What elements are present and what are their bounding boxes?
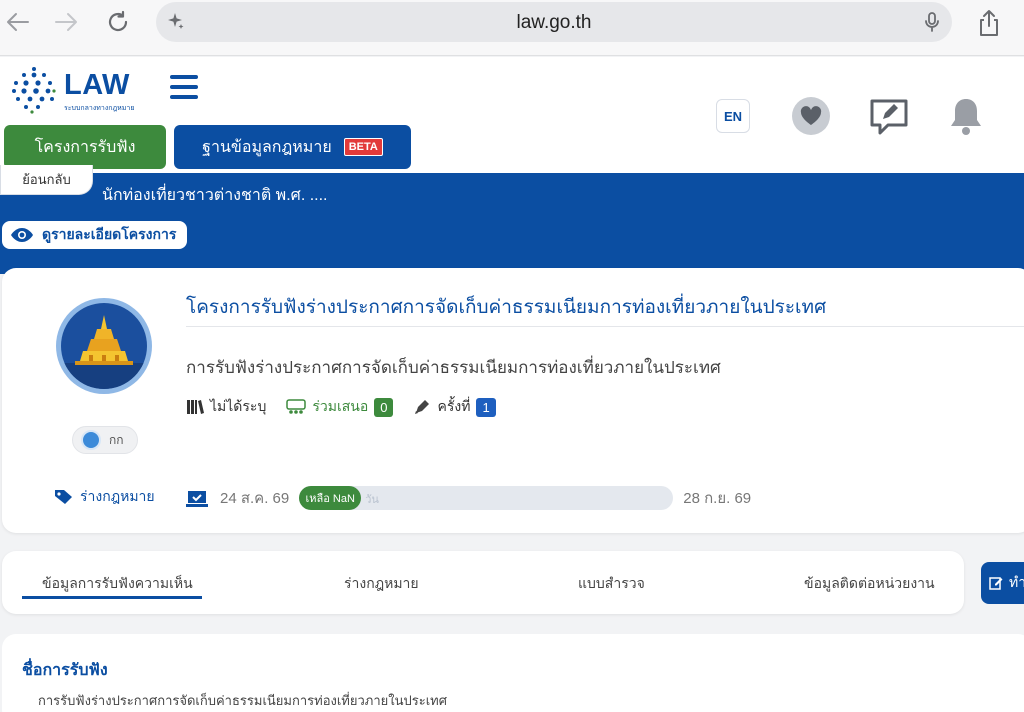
tab-public-hearing-label: โครงการรับฟัง — [34, 138, 136, 156]
take-survey-label: ทำ — [1009, 574, 1024, 590]
forward-arrow-icon[interactable] — [48, 8, 84, 36]
remaining-days-pill: เหลือ NaN — [299, 486, 362, 510]
project-title[interactable]: โครงการรับฟังร่างประกาศการจัดเก็บค่าธรรม… — [186, 292, 826, 322]
agency-badge[interactable]: กก — [72, 426, 138, 454]
take-survey-button[interactable]: ทำ — [981, 562, 1024, 604]
menu-icon[interactable] — [170, 75, 200, 103]
tab-hearing-info[interactable]: ข้อมูลการรับฟังความเห็น — [42, 573, 193, 595]
microphone-icon[interactable] — [924, 11, 940, 38]
eye-icon — [11, 228, 33, 242]
agency-avatar-icon — [81, 430, 101, 450]
tab-law-database[interactable]: ฐานข้อมูลกฎหมาย BETA — [174, 125, 411, 169]
agency-label: กก — [109, 432, 124, 447]
site-header: LAW ระบบกลางทางกฎหมาย โครงการรับฟัง ฐานข… — [0, 57, 1024, 173]
project-banner: ย้อนกลับ นักท่องเที่ยวชาวต่างชาติ พ.ศ. .… — [0, 165, 1024, 274]
law-type: ไม่ได้ระบุ — [186, 396, 266, 418]
hearing-info-card: ชื่อการรับฟัง การรับฟังร่างประกาศการจัดเ… — [2, 634, 1024, 712]
pen-icon — [415, 400, 430, 414]
back-arrow-icon[interactable] — [0, 8, 36, 36]
logo-subtitle: ระบบกลางทางกฎหมาย — [64, 105, 135, 112]
browser-toolbar: law.go.th — [0, 0, 1024, 56]
project-card: กก ร่างกฎหมาย โครงการรับฟังร่างประกาศการ… — [2, 268, 1024, 533]
view-project-details-button[interactable]: ดูรายละเอียดโครงการ — [2, 221, 187, 249]
calendar-check-icon — [186, 491, 208, 507]
participate-count-badge: 0 — [374, 397, 394, 417]
favorite-heart-icon[interactable] — [792, 97, 830, 135]
edit-icon — [989, 577, 1003, 590]
participate-label: ร่วมเสนอ — [312, 398, 369, 414]
round-number-badge: 1 — [476, 397, 496, 417]
notification-bell-icon[interactable] — [946, 95, 986, 137]
hearing-name-text: การรับฟังร่างประกาศการจัดเก็บค่าธรรมเนีย… — [38, 693, 447, 708]
group-icon — [286, 399, 307, 414]
project-meta-row: ไม่ได้ระบุ ร่วมเสนอ 0 ครั้งที่ 1 — [186, 396, 510, 418]
banner-title: นักท่องเที่ยวชาวต่างชาติ พ.ศ. .... — [102, 187, 328, 204]
reload-icon[interactable] — [100, 8, 136, 36]
tab-survey[interactable]: แบบสำรวจ — [578, 573, 645, 595]
tab-draft-law[interactable]: ร่างกฎหมาย — [344, 573, 419, 595]
draft-law-tag-label: ร่างกฎหมาย — [80, 488, 155, 504]
tab-agency-contact[interactable]: ข้อมูลติดต่อหน่วยงาน — [804, 573, 935, 595]
detail-tabs: ข้อมูลการรับฟังความเห็น ร่างกฎหมาย แบบสำ… — [2, 551, 964, 614]
law-type-label: ไม่ได้ระบุ — [210, 398, 267, 414]
participate-count: ร่วมเสนอ 0 — [286, 396, 394, 418]
end-date: 28 ก.ย. 69 — [683, 490, 752, 507]
share-icon[interactable] — [972, 6, 1006, 40]
hearing-progress-bar: วัน เหลือ NaN — [299, 486, 674, 510]
active-tab-indicator — [22, 596, 202, 599]
start-date: 24 ส.ค. 69 — [220, 490, 290, 507]
law-logo[interactable]: LAW ระบบกลางทางกฎหมาย — [10, 65, 150, 115]
feedback-icon[interactable] — [868, 95, 910, 137]
books-icon — [187, 400, 204, 414]
round-label: ครั้งที่ — [437, 398, 471, 414]
hearing-name-heading: ชื่อการรับฟัง — [22, 662, 108, 679]
address-bar[interactable]: law.go.th — [156, 2, 952, 42]
beta-badge: BETA — [343, 138, 383, 156]
tab-law-database-label: ฐานข้อมูลกฎหมาย — [202, 138, 332, 156]
draft-law-tag: ร่างกฎหมาย — [54, 486, 155, 508]
language-button[interactable]: EN — [716, 99, 750, 133]
url-text: law.go.th — [516, 12, 592, 33]
logo-word: LAW — [64, 69, 130, 101]
title-divider — [186, 326, 1024, 327]
tag-icon — [55, 490, 72, 504]
view-project-details-label: ดูรายละเอียดโครงการ — [42, 226, 177, 242]
remaining-suffix: วัน — [365, 494, 379, 506]
project-description: การรับฟังร่างประกาศการจัดเก็บค่าธรรมเนีย… — [186, 358, 721, 377]
round-number: ครั้งที่ 1 — [413, 396, 496, 418]
tab-public-hearing[interactable]: โครงการรับฟัง — [4, 125, 166, 169]
logo-dots-icon — [12, 67, 56, 114]
hearing-timeline: 24 ส.ค. 69 วัน เหลือ NaN 28 ก.ย. 69 — [186, 486, 751, 510]
agency-seal-icon — [56, 298, 152, 394]
back-button[interactable]: ย้อนกลับ — [0, 165, 93, 195]
